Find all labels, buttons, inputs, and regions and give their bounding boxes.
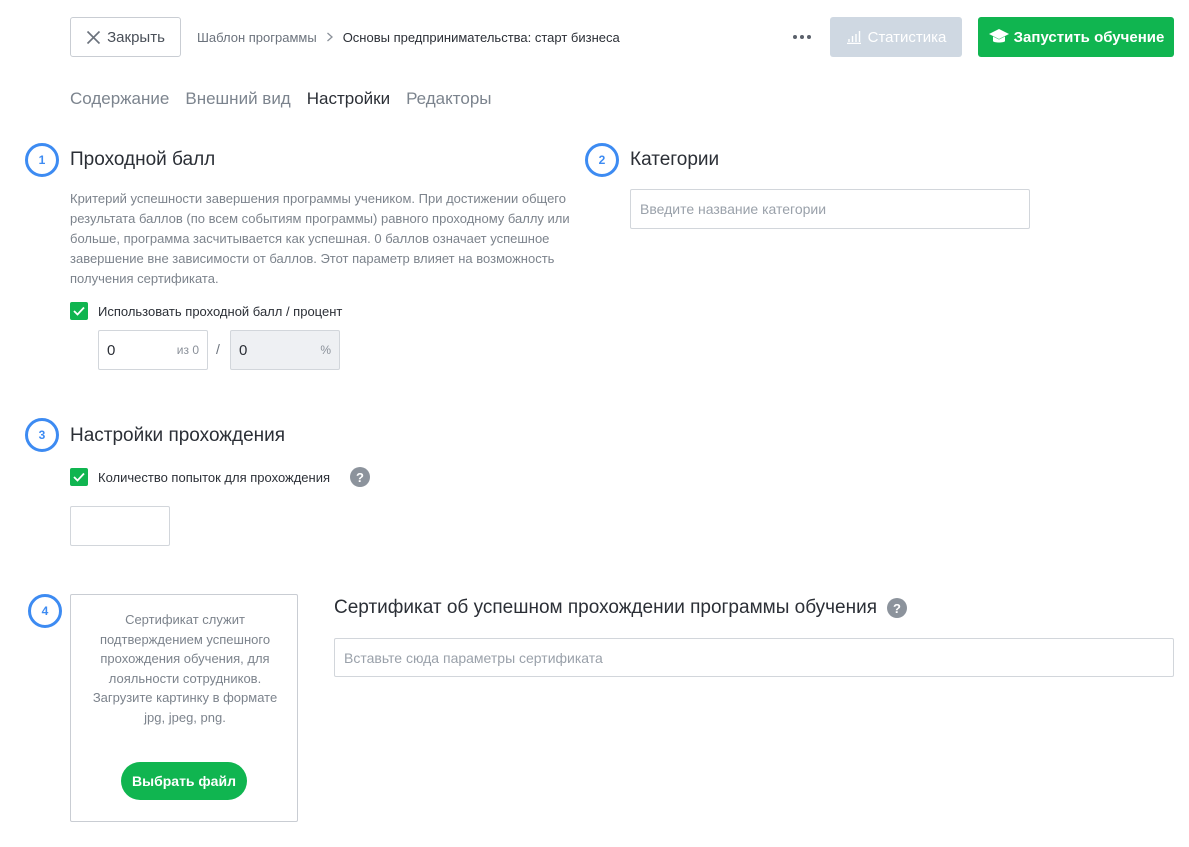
percent-sign-label: % — [320, 343, 331, 357]
chevron-right-icon — [326, 32, 334, 42]
step-number-3: 3 — [25, 418, 59, 452]
passing-score-description: Критерий успешности завершения программы… — [70, 191, 570, 286]
passing-score-max-label: из 0 — [176, 343, 199, 357]
settings-tabs: Содержание Внешний вид Настройки Редакто… — [70, 89, 492, 109]
choose-file-button[interactable]: Выбрать файл — [121, 762, 247, 800]
bar-chart-icon — [846, 31, 861, 44]
passing-percent-input[interactable]: 0 % — [230, 330, 340, 370]
certificate-params-input[interactable] — [334, 638, 1174, 677]
attempts-checkbox[interactable] — [70, 468, 88, 486]
step-number-1: 1 — [25, 143, 59, 177]
statistics-button[interactable]: Статистика — [830, 17, 962, 57]
question-mark-icon[interactable]: ? — [350, 467, 371, 487]
graduation-cap-icon — [988, 29, 1009, 43]
category-name-input[interactable] — [630, 189, 1030, 229]
use-passing-score-row: Использовать проходной балл / процент — [70, 302, 342, 320]
checkmark-icon — [73, 306, 85, 316]
passing-percent-value: 0 — [239, 341, 248, 359]
breadcrumb: Шаблон программы Основы предпринимательс… — [197, 17, 620, 57]
certificate-upload-hint: Сертификат служит подтверждением успешно… — [92, 612, 278, 725]
passing-score-title: Проходной балл — [70, 149, 216, 170]
attempts-label: Количество попыток для прохождения — [98, 469, 331, 485]
question-mark-icon[interactable]: ? — [887, 598, 908, 618]
certificate-title-row: Сертификат об успешном прохождении прогр… — [334, 597, 908, 619]
dot-icon — [807, 35, 811, 39]
checkmark-icon — [73, 472, 85, 482]
tab-editors[interactable]: Редакторы — [406, 89, 491, 109]
breadcrumb-parent-link[interactable]: Шаблон программы — [197, 30, 317, 45]
statistics-button-label: Статистика — [867, 28, 947, 46]
attempts-count-input[interactable] — [70, 506, 170, 546]
completion-settings-title: Настройки прохождения — [70, 425, 286, 446]
dot-icon — [800, 35, 804, 39]
categories-title: Категории — [630, 149, 720, 170]
use-passing-score-label: Использовать проходной балл / процент — [98, 303, 343, 319]
use-passing-score-checkbox[interactable] — [70, 302, 88, 320]
tab-appearance[interactable]: Внешний вид — [185, 89, 290, 109]
passing-score-value: 0 — [107, 341, 116, 359]
close-icon — [87, 30, 101, 44]
dot-icon — [793, 35, 797, 39]
step-number-2: 2 — [585, 143, 619, 177]
attempts-row: Количество попыток для прохождения ? — [70, 467, 371, 487]
close-button-label: Закрыть — [107, 28, 165, 46]
certificate-upload-area[interactable]: Сертификат служит подтверждением успешно… — [70, 594, 298, 822]
close-button[interactable]: Закрыть — [70, 17, 181, 57]
step-number-4: 4 — [28, 594, 62, 628]
tab-content[interactable]: Содержание — [70, 89, 169, 109]
launch-training-button-label: Запустить обучение — [1013, 28, 1165, 46]
score-percent-separator: / — [216, 341, 220, 357]
certificate-title: Сертификат об успешном прохождении прогр… — [334, 597, 878, 618]
more-options-button[interactable] — [791, 17, 813, 57]
passing-score-input[interactable]: 0 из 0 — [98, 330, 208, 370]
tab-settings[interactable]: Настройки — [307, 89, 390, 109]
breadcrumb-current: Основы предпринимательства: старт бизнес… — [342, 29, 620, 45]
launch-training-button[interactable]: Запустить обучение — [978, 17, 1174, 57]
top-bar: Закрыть Шаблон программы Основы предприн… — [70, 17, 1174, 57]
